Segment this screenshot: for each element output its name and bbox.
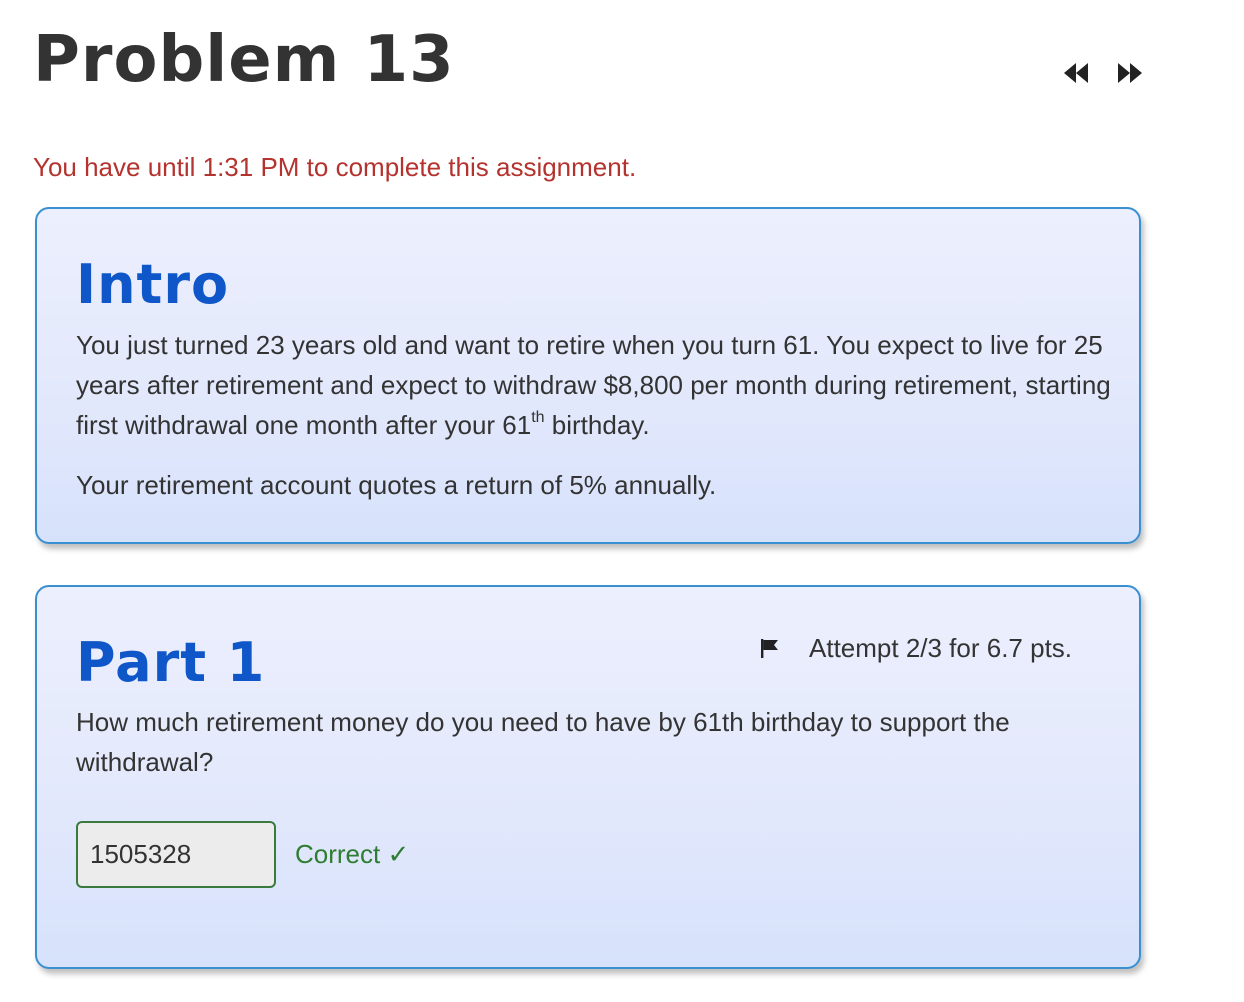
intro-card: Intro You just turned 23 years old and w…	[35, 207, 1141, 544]
part1-card: Part 1 Attempt 2/3 for 6.7 pts. How much…	[35, 585, 1141, 969]
intro-heading: Intro	[76, 253, 230, 316]
flag-icon[interactable]	[759, 637, 781, 659]
rewind-icon[interactable]	[1062, 60, 1092, 86]
part1-heading: Part 1	[76, 631, 266, 694]
correct-feedback: Correct ✓	[295, 839, 410, 869]
page: Problem 13 You have until 1:31 PM to com…	[0, 0, 1244, 1002]
attempt-info: Attempt 2/3 for 6.7 pts.	[759, 631, 1072, 665]
part1-question: How much retirement money do you need to…	[76, 707, 1010, 777]
intro-return-rate: Your retirement account quotes a return …	[76, 470, 717, 500]
deadline-notice: You have until 1:31 PM to complete this …	[33, 152, 637, 182]
page-title: Problem 13	[33, 23, 455, 97]
intro-paragraph: You just turned 23 years old and want to…	[76, 325, 1116, 445]
problem-navigation	[1062, 60, 1146, 86]
intro-text-end: birthday.	[544, 410, 650, 440]
answer-input[interactable]	[76, 821, 276, 888]
fast-forward-icon[interactable]	[1114, 60, 1144, 86]
ordinal-suffix: th	[531, 409, 545, 426]
attempt-label: Attempt 2/3 for 6.7 pts.	[809, 632, 1073, 663]
